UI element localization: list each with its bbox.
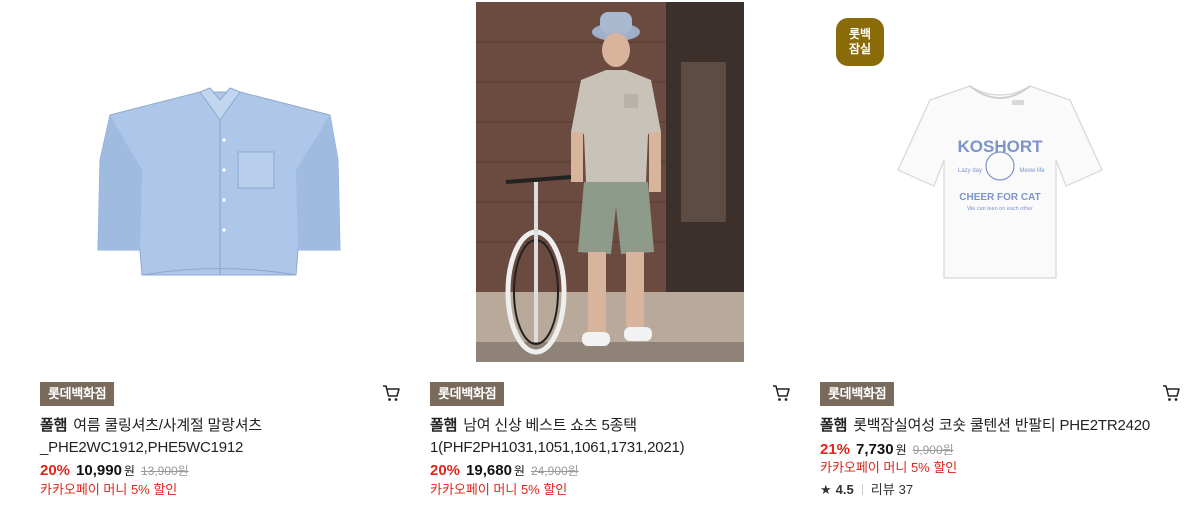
product-title[interactable]: 폴햄 여름 쿨링셔츠/사계절 말랑셔츠 _PHE2WC1912,PHE5WC191…	[40, 415, 390, 459]
discount-rate: 20%	[430, 462, 461, 479]
print-line-1: KOSHORT	[958, 137, 1044, 156]
price-row: 20% 19,680 원 24,900원	[430, 461, 579, 481]
product-card[interactable]: 롯데백화점 폴햄 여름 쿨링셔츠/사계절 말랑셔츠 _PHE2WC1912,PHE…	[40, 0, 430, 509]
sale-price: 19,680	[466, 462, 512, 479]
rating-row[interactable]: ★ 4.5 리뷰 37	[820, 481, 913, 499]
rating-score: 4.5	[835, 482, 854, 497]
promo-text: 카카오페이 머니 5% 할인	[40, 482, 178, 497]
product-brand: 폴햄	[430, 417, 458, 434]
promo-text: 카카오페이 머니 5% 할인	[430, 482, 568, 497]
product-image-tshirt[interactable]: KOSHORT Lazy day Meow life CHEER FOR CAT…	[820, 0, 1180, 362]
product-title[interactable]: 폴햄 롯백잠실여성 코숏 쿨텐션 반팔티 PHE2TR2420	[820, 415, 1180, 437]
product-name: 남여 신상 베스트 쇼츠 5종택1(PHF2PH1031,1051,1061,1…	[430, 417, 685, 456]
store-badge: 롯데백화점	[820, 382, 895, 406]
review-label: 리뷰	[870, 482, 895, 497]
sale-price: 10,990	[76, 462, 122, 479]
star-icon: ★	[820, 482, 832, 497]
shirt-image	[97, 87, 341, 276]
model-with-bicycle-photo	[476, 2, 744, 362]
product-brand: 폴햄	[820, 417, 848, 434]
product-card[interactable]: KOSHORT Lazy day Meow life CHEER FOR CAT…	[820, 0, 1189, 509]
print-line-4: We can lean on each other	[967, 206, 1033, 212]
print-line-2-left: Lazy day	[958, 168, 982, 174]
product-name: 여름 쿨링셔츠/사계절 말랑셔츠 _PHE2WC1912,PHE5WC1912	[40, 417, 262, 456]
discount-rate: 20%	[40, 462, 71, 479]
store-badge: 롯데백화점	[40, 382, 115, 406]
discount-rate: 21%	[820, 441, 851, 458]
product-name: 롯백잠실여성 코숏 쿨텐션 반팔티 PHE2TR2420	[853, 417, 1151, 434]
print-line-2-right: Meow life	[1019, 168, 1045, 174]
original-price: 13,900원	[140, 464, 189, 478]
shopping-cart-icon[interactable]	[1161, 383, 1181, 403]
corner-badge-line-2: 잠실	[848, 42, 872, 56]
print-line-3: CHEER FOR CAT	[959, 192, 1040, 203]
price-row: 20% 10,990 원 13,900원	[40, 461, 189, 481]
divider	[861, 484, 863, 495]
currency-label: 원	[895, 443, 907, 457]
store-badge: 롯데백화점	[430, 382, 505, 406]
shopping-cart-icon[interactable]	[771, 383, 791, 403]
original-price: 24,900원	[530, 464, 579, 478]
corner-store-badge: 롯백 잠실	[836, 18, 884, 66]
currency-label: 원	[123, 464, 135, 478]
corner-badge-line-1: 롯백	[848, 27, 872, 41]
product-card[interactable]: 롯데백화점 폴햄 남여 신상 베스트 쇼츠 5종택1(PHF2PH1031,105…	[430, 0, 820, 509]
currency-label: 원	[513, 464, 525, 478]
sale-price: 7,730	[856, 441, 894, 458]
price-row: 21% 7,730 원 9,900원	[820, 440, 954, 460]
product-brand: 폴햄	[40, 417, 68, 434]
promo-text: 카카오페이 머니 5% 할인	[820, 460, 958, 475]
product-image-model[interactable]	[476, 2, 744, 362]
review-count: 37	[898, 482, 914, 497]
product-title[interactable]: 폴햄 남여 신상 베스트 쇼츠 5종택1(PHF2PH1031,1051,1061…	[430, 415, 780, 459]
shopping-cart-icon[interactable]	[381, 383, 401, 403]
product-image-shirt[interactable]	[40, 0, 400, 362]
original-price: 9,900원	[912, 443, 954, 457]
